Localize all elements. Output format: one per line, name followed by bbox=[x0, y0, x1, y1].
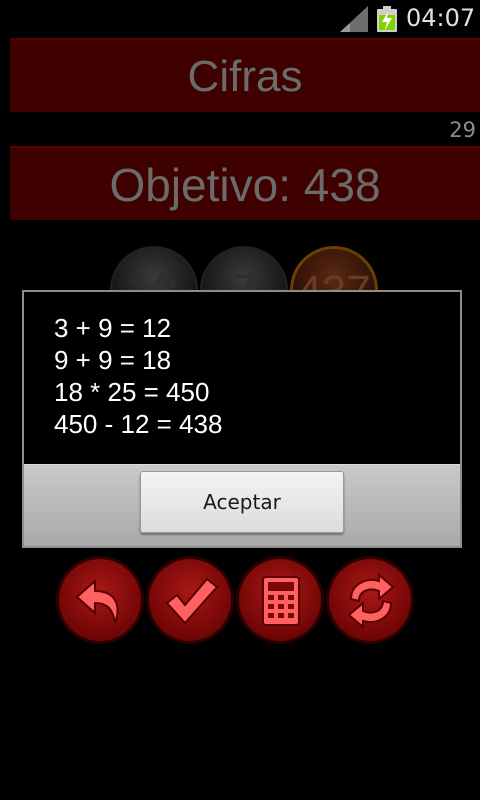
title-panel: Cifras bbox=[10, 38, 480, 112]
app-title: Cifras bbox=[187, 52, 303, 101]
dialog-content: 3 + 9 = 12 9 + 9 = 18 18 * 25 = 450 450 … bbox=[24, 292, 460, 464]
undo-button[interactable] bbox=[56, 556, 144, 644]
solution-step: 3 + 9 = 12 bbox=[54, 313, 172, 343]
solution-step: 9 + 9 = 18 bbox=[54, 345, 172, 375]
target-label: Objetivo: 438 bbox=[109, 159, 381, 211]
check-icon bbox=[165, 577, 219, 625]
countdown-timer: 29 bbox=[449, 118, 476, 142]
signal-icon bbox=[340, 6, 368, 32]
solution-step: 18 * 25 = 450 bbox=[54, 377, 210, 407]
accept-button[interactable]: Aceptar bbox=[140, 471, 344, 533]
calculator-icon bbox=[262, 576, 300, 626]
battery-charging-icon bbox=[377, 6, 397, 32]
dialog-button-bar: Aceptar bbox=[24, 464, 460, 546]
target-panel: Objetivo: 438 bbox=[10, 146, 480, 220]
refresh-icon bbox=[347, 573, 395, 629]
refresh-button[interactable] bbox=[326, 556, 414, 644]
status-bar: 04:07 bbox=[0, 0, 480, 38]
undo-icon bbox=[75, 578, 119, 624]
status-time: 04:07 bbox=[406, 4, 476, 32]
solution-dialog: 3 + 9 = 12 9 + 9 = 18 18 * 25 = 450 450 … bbox=[22, 290, 462, 548]
solution-step: 450 - 12 = 438 bbox=[54, 409, 223, 439]
calculator-button[interactable] bbox=[236, 556, 324, 644]
check-button[interactable] bbox=[146, 556, 234, 644]
